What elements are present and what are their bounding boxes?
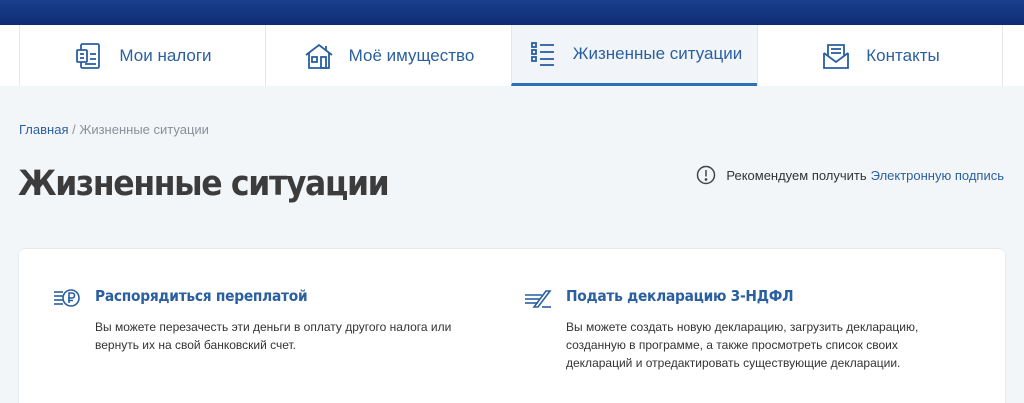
breadcrumb-separator: / — [68, 122, 80, 137]
nav-item-my-taxes[interactable]: Мои налоги — [19, 25, 265, 86]
tile-title[interactable]: Распорядиться переплатой — [95, 287, 308, 305]
breadcrumb: Главная / Жизненные ситуации — [19, 122, 209, 137]
tile-description: Вы можете создать новую декларацию, загр… — [566, 320, 919, 370]
nav-label: Моё имущество — [348, 45, 475, 65]
tax-document-icon — [76, 42, 101, 69]
main-nav: Мои налоги Моё имущество Жизненные ситуа… — [0, 25, 1024, 86]
electronic-signature-link[interactable]: Электронную подпись — [871, 168, 1004, 183]
nav-label: Контакты — [866, 45, 940, 65]
recommendation-text: Рекомендуем получить — [726, 167, 867, 183]
nav-item-my-property[interactable]: Моё имущество — [265, 25, 511, 86]
breadcrumb-current: Жизненные ситуации — [79, 122, 209, 137]
declaration-stack-icon — [525, 290, 552, 308]
list-icon — [530, 42, 554, 66]
nav-label: Жизненные ситуации — [572, 44, 743, 63]
tile-description: Вы можете перезачесть эти деньги в оплат… — [95, 320, 452, 352]
house-icon — [305, 43, 333, 69]
signature-recommendation: Рекомендуем получить Электронную подпись — [696, 165, 1004, 185]
top-banner — [0, 0, 1024, 25]
page-title: Жизненные ситуации — [18, 164, 390, 204]
info-icon — [697, 165, 716, 185]
situations-card: Распорядиться переплатой Вы можете перез… — [19, 249, 1005, 403]
nav-item-life-situations[interactable]: Жизненные ситуации — [511, 25, 757, 86]
breadcrumb-home-link[interactable]: Главная — [19, 122, 68, 137]
ruble-coins-icon — [54, 289, 80, 307]
envelope-icon — [823, 43, 850, 69]
nav-label: Мои налоги — [119, 45, 212, 65]
nav-item-contacts[interactable]: Контакты — [757, 25, 1003, 86]
tile-title[interactable]: Подать декларацию 3-НДФЛ — [566, 287, 794, 305]
